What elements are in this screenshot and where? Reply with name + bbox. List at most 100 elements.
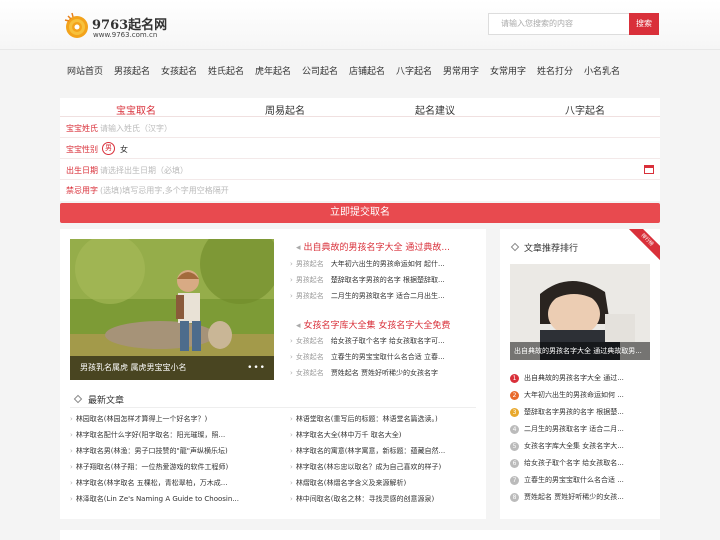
sidebar-photo-caption[interactable]: 出自典故的男孩名字大全 通过典故取男...: [510, 342, 650, 360]
list-item[interactable]: › 林字取名男(林渔：男子口技赞的"龍"声纵横乐坛): [70, 446, 228, 456]
forbid-input[interactable]: (选填)填写忌用字,多个字用空格隔开: [100, 185, 229, 196]
tab-divider: [60, 116, 660, 117]
search-input[interactable]: 请输入您搜索的内容: [488, 13, 630, 35]
tab-bazi[interactable]: 八字起名: [565, 102, 605, 117]
gender-male-radio[interactable]: 男: [102, 142, 115, 155]
rank-number: 1: [510, 374, 519, 383]
arrow-icon: ›: [290, 276, 293, 284]
list-item[interactable]: › 林园取名(林园怎样才算得上一个好名字？): [70, 414, 207, 424]
main-content: 男孩乳名属虎 属虎男宝宝小名 ••• ◂ 出自典故的男孩名字大全 通过典故... …: [60, 229, 486, 519]
arrow-icon: ›: [290, 260, 293, 268]
nav-item-nickname[interactable]: 小名乳名: [584, 64, 620, 77]
logo-url: www.9763.com.cn: [93, 31, 158, 39]
latest-articles-header: 最新文章: [70, 390, 476, 408]
news-headline-boy[interactable]: ◂ 出自典故的男孩名字大全 通过典故...: [296, 240, 450, 253]
sidebar-title: 文章推荐排行: [524, 244, 579, 254]
rank-number: 7: [510, 476, 519, 485]
list-item[interactable]: › 女孩起名 给女孩子取个名字 给女孩取名字可...: [290, 336, 445, 346]
arrow-icon: ›: [290, 447, 293, 455]
tab-suggestion[interactable]: 起名建议: [415, 102, 455, 117]
list-item[interactable]: › 林泽取名(Lin Ze's Naming A Guide to Choosin…: [70, 494, 239, 504]
carousel-dots[interactable]: •••: [247, 363, 266, 373]
search-button[interactable]: 搜索: [629, 13, 659, 35]
list-item[interactable]: › 林熠取名(林熠名字含义及来源解析): [290, 478, 406, 488]
diamond-icon: [73, 394, 83, 404]
rank-number: 8: [510, 493, 519, 502]
list-item[interactable]: › 林中间取名(取名之林：寻找灵感的创意源泉): [290, 494, 434, 504]
rank-number: 4: [510, 425, 519, 434]
rank-number: 5: [510, 442, 519, 451]
nav-item-girl[interactable]: 女孩起名: [161, 64, 197, 77]
rank-item[interactable]: 5 女孩名字库大全集 女孩名字大...: [510, 441, 624, 451]
tab-baby-naming[interactable]: 宝宝取名: [116, 102, 156, 117]
birth-label: 出生日期: [66, 166, 98, 175]
list-item[interactable]: › 女孩起名 贾姓起名 贾姓好听稀少的女孩名字: [290, 368, 438, 378]
nav-item-shop[interactable]: 店铺起名: [349, 64, 385, 77]
arrow-icon: ›: [290, 431, 293, 439]
arrow-icon: ›: [290, 415, 293, 423]
feature-caption[interactable]: 男孩乳名属虎 属虎男宝宝小名: [70, 356, 274, 380]
rank-item[interactable]: 6 给女孩子取个名字 给女孩取名...: [510, 458, 624, 468]
gender-label: 宝宝性别: [66, 145, 98, 154]
arrow-icon: ›: [70, 415, 73, 423]
arrow-icon: ›: [290, 292, 293, 300]
forbid-row: 禁忌用字 (选填)填写忌用字,多个字用空格隔开: [60, 180, 660, 200]
surname-input[interactable]: 请输入姓氏（汉字）: [100, 123, 172, 134]
list-item[interactable]: › 女孩起名 立春生的男宝宝取什么名合适 立春...: [290, 352, 445, 362]
arrow-icon: ›: [290, 369, 293, 377]
list-item[interactable]: › 男孩起名 大年初六出生的男孩命运如何 起什...: [290, 259, 445, 269]
arrow-icon: ›: [70, 431, 73, 439]
submit-button[interactable]: 立即提交取名: [60, 203, 660, 223]
list-item[interactable]: › 林字取名配什么字好(阳字取名：阳光璀璨，照...: [70, 430, 225, 440]
news-headline-girl[interactable]: ◂ 女孩名字库大全集 女孩名字大全免费: [296, 318, 450, 331]
ribbon-label: 排行榜: [628, 229, 660, 261]
calendar-icon[interactable]: [644, 165, 654, 174]
feature-photo[interactable]: 男孩乳名属虎 属虎男宝宝小名 •••: [70, 239, 274, 380]
list-item[interactable]: › 林字取名大全(林中万千 取名大全): [290, 430, 402, 440]
list-item[interactable]: › 林语堂取名(重写后的标题：林语堂名篇选读。): [290, 414, 438, 424]
list-item[interactable]: › 林字取名(林字取名 五棵松，青松翠柏，万木成...: [70, 478, 227, 488]
list-item[interactable]: › 林字取名的寓意(林字寓意，新标题：蕴藏自然...: [290, 446, 445, 456]
arrow-icon: ›: [70, 495, 73, 503]
arrow-icon: ◂: [296, 243, 301, 253]
rank-item[interactable]: 8 贾姓起名 贾姓好听稀少的女孩...: [510, 492, 624, 502]
search-bar: 请输入您搜索的内容 搜索: [488, 13, 659, 35]
nav-item-female-chars[interactable]: 女常用字: [490, 64, 526, 77]
rank-item[interactable]: 3 楚辞取名字男孩的名字 根据楚...: [510, 407, 624, 417]
surname-row: 宝宝姓氏 请输入姓氏（汉字）: [60, 118, 660, 138]
nav-item-home[interactable]: 网站首页: [67, 64, 103, 77]
rank-item[interactable]: 7 立春生的男宝宝取什么名合适 ...: [510, 475, 624, 485]
nav-item-score[interactable]: 姓名打分: [537, 64, 573, 77]
nav-item-tiger[interactable]: 虎年起名: [255, 64, 291, 77]
list-item[interactable]: › 林字取名(林忘忠以取名？成为自己喜欢的样子): [290, 462, 441, 472]
sidebar-photo[interactable]: 出自典故的男孩名字大全 通过典故取男...: [510, 264, 650, 360]
birth-row: 出生日期 请选择出生日期（必填）: [60, 160, 660, 180]
gender-female-radio[interactable]: 女: [120, 144, 128, 155]
nav-item-company[interactable]: 公司起名: [302, 64, 338, 77]
rank-item[interactable]: 2 大年初六出生的男孩命运如何 ...: [510, 390, 624, 400]
arrow-icon: ›: [290, 495, 293, 503]
site-logo[interactable]: 9763起名网 www.9763.com.cn: [62, 8, 182, 42]
birth-input[interactable]: 请选择出生日期（必填）: [100, 165, 188, 176]
list-item[interactable]: › 男孩起名 楚辞取名字男孩的名字 根据楚辞取...: [290, 275, 445, 285]
surname-label: 宝宝姓氏: [66, 124, 98, 133]
naming-form: 宝宝取名 周易起名 起名建议 八字起名 宝宝姓氏 请输入姓氏（汉字） 宝宝性别 …: [60, 98, 660, 201]
site-header: 9763起名网 www.9763.com.cn 请输入您搜索的内容 搜索: [0, 0, 720, 50]
nav-item-male-chars[interactable]: 男常用字: [443, 64, 479, 77]
list-item[interactable]: › 林子翔取名(林子翔：一位热爱游戏的软件工程师): [70, 462, 228, 472]
rank-item[interactable]: 1 出自典故的男孩名字大全 通过...: [510, 373, 624, 383]
arrow-icon: ›: [290, 479, 293, 487]
nav-item-surname[interactable]: 姓氏起名: [208, 64, 244, 77]
tab-zhouyi[interactable]: 周易起名: [265, 102, 305, 117]
arrow-icon: ›: [70, 479, 73, 487]
nav-item-bazi[interactable]: 八字起名: [396, 64, 432, 77]
nav-item-boy[interactable]: 男孩起名: [114, 64, 150, 77]
arrow-icon: ◂: [296, 321, 301, 331]
main-nav: 网站首页 男孩起名 女孩起名 姓氏起名 虎年起名 公司起名 店铺起名 八字起名 …: [0, 56, 720, 84]
arrow-icon: ›: [70, 463, 73, 471]
rank-number: 3: [510, 408, 519, 417]
rank-item[interactable]: 4 二月生的男孩取名字 适合二月...: [510, 424, 624, 434]
list-item[interactable]: › 男孩起名 二月生的男孩取名字 适合二月出生...: [290, 291, 445, 301]
diamond-icon: [510, 242, 520, 252]
latest-articles-title: 最新文章: [88, 396, 125, 406]
